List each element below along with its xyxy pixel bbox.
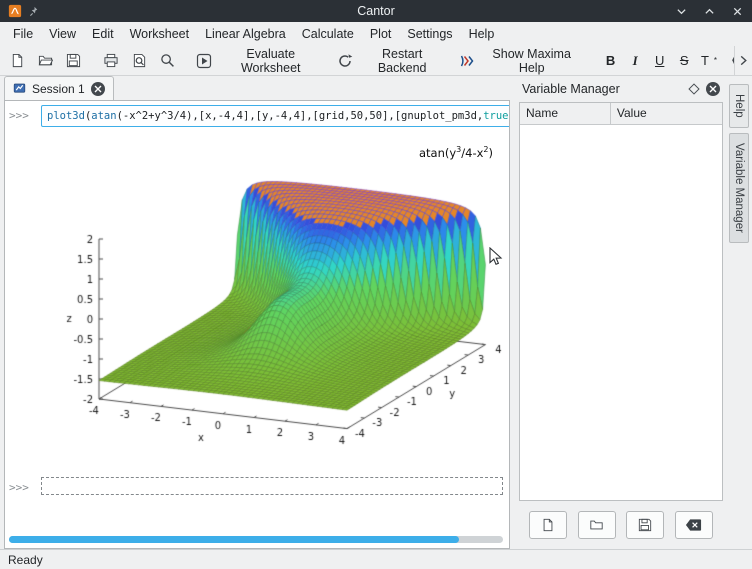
bold-label: B (606, 53, 615, 68)
superscript-button[interactable]: T* (697, 50, 721, 71)
command-field[interactable]: plot3d(atan(-x^2+y^3/4),[x,-4,4],[y,-4,4… (41, 105, 510, 127)
app-icon (8, 4, 22, 18)
save-icon (66, 53, 81, 68)
open-worksheet-button[interactable] (32, 50, 59, 71)
menu-help[interactable]: Help (461, 23, 503, 45)
menu-plot[interactable]: Plot (362, 23, 400, 45)
horizontal-scrollbar[interactable] (9, 536, 503, 543)
menu-linear-algebra[interactable]: Linear Algebra (197, 23, 294, 45)
evaluate-worksheet-button[interactable]: Evaluate Worksheet (190, 44, 330, 78)
load-variables-button[interactable] (578, 511, 616, 539)
pin-icon[interactable] (29, 6, 40, 17)
menu-edit[interactable]: Edit (84, 23, 122, 45)
search-icon (160, 53, 175, 68)
italic-button[interactable]: I (623, 50, 647, 72)
underline-label: U (655, 53, 664, 68)
window-title: Cantor (0, 4, 752, 18)
restart-backend-button[interactable]: Restart Backend (331, 44, 452, 78)
plot-title-label: atan(y3/4-x2) (419, 145, 493, 160)
next-command-prompt: >>> (9, 477, 35, 494)
variable-manager-toolbar (519, 509, 723, 549)
menu-calculate[interactable]: Calculate (294, 23, 362, 45)
menu-view[interactable]: View (41, 23, 84, 45)
column-header-value[interactable]: Value (611, 103, 653, 124)
column-header-name[interactable]: Name (520, 103, 611, 124)
chevron-right-icon (739, 55, 748, 66)
session-tab-bar: Session 1 (0, 76, 514, 100)
superscript-label: T (701, 53, 709, 68)
status-bar: Ready (0, 549, 752, 569)
maxima-help-icon (459, 53, 475, 69)
horizontal-scrollbar-thumb[interactable] (9, 536, 459, 543)
find-button[interactable] (154, 50, 181, 71)
variable-manager-panel: Variable Manager Name Value (514, 76, 726, 549)
evaluate-play-icon (196, 53, 212, 69)
maximize-button[interactable] (703, 5, 716, 18)
worksheet: >>> plot3d(atan(-x^2+y^3/4),[x,-4,4],[y,… (4, 100, 510, 549)
menu-file[interactable]: File (5, 23, 41, 45)
command-entry: >>> plot3d(atan(-x^2+y^3/4),[x,-4,4],[y,… (9, 105, 505, 127)
strikethrough-label: S (680, 53, 689, 68)
print-preview-icon (132, 53, 147, 68)
menu-worksheet[interactable]: Worksheet (122, 23, 198, 45)
save-variables-button[interactable] (626, 511, 664, 539)
show-maxima-help-button[interactable]: Show Maxima Help (453, 44, 589, 78)
command-text: plot3d(atan(-x^2+y^3/4),[x,-4,4],[y,-4,4… (47, 110, 510, 122)
next-command-field[interactable] (41, 477, 503, 495)
new-variable-button[interactable] (529, 511, 567, 539)
print-button[interactable] (97, 50, 125, 71)
save-worksheet-button[interactable] (60, 50, 87, 71)
minimize-button[interactable] (675, 5, 688, 18)
bold-button[interactable]: B (599, 50, 623, 71)
printer-icon (103, 53, 119, 68)
dock-tab-help[interactable]: Help (729, 84, 749, 128)
restart-icon (337, 53, 353, 69)
panel-float-icon[interactable] (688, 83, 699, 94)
status-text: Ready (8, 553, 43, 567)
new-document-icon (10, 53, 25, 68)
session-tab-label: Session 1 (32, 82, 85, 96)
menu-bar: File View Edit Worksheet Linear Algebra … (0, 22, 752, 46)
menu-settings[interactable]: Settings (399, 23, 460, 45)
superscript-mark: * (714, 56, 717, 65)
tab-session-1[interactable]: Session 1 (4, 76, 114, 100)
restart-backend-label: Restart Backend (358, 47, 446, 75)
plot-output: atan(y3/4-x2) (9, 133, 507, 469)
evaluate-worksheet-label: Evaluate Worksheet (217, 47, 324, 75)
dock-tab-strip: Help Variable Manager (726, 76, 752, 549)
mouse-cursor (489, 247, 503, 267)
command-prompt: >>> (9, 105, 35, 122)
toolbar-overflow-button[interactable] (734, 46, 752, 75)
new-document-icon (541, 518, 555, 532)
next-command-entry: >>> (9, 477, 505, 495)
variable-manager-title: Variable Manager (522, 82, 682, 96)
variable-table: Name Value (519, 102, 723, 501)
strikethrough-button[interactable]: S (672, 50, 696, 71)
folder-open-icon (38, 53, 53, 68)
clear-backspace-icon (685, 518, 702, 532)
main-area: Session 1 >>> plot3d(atan(-x^2+y^3/4),[x… (0, 76, 752, 549)
variable-table-body (520, 125, 722, 500)
new-worksheet-button[interactable] (4, 50, 31, 71)
plot-canvas (9, 133, 507, 467)
close-button[interactable] (731, 5, 744, 18)
print-preview-button[interactable] (126, 50, 153, 71)
panel-close-icon[interactable] (706, 82, 720, 96)
tab-close-icon[interactable] (91, 82, 105, 96)
italic-label: I (633, 53, 638, 69)
title-bar: Cantor (0, 0, 752, 22)
folder-icon (589, 518, 604, 532)
session-icon (13, 82, 26, 95)
clear-variables-button[interactable] (675, 511, 713, 539)
dock-tab-variable-manager[interactable]: Variable Manager (729, 133, 749, 243)
show-maxima-help-label: Show Maxima Help (480, 47, 583, 75)
main-toolbar: Evaluate Worksheet Restart Backend Show … (0, 46, 752, 76)
underline-button[interactable]: U (648, 50, 672, 71)
save-icon (638, 518, 652, 532)
